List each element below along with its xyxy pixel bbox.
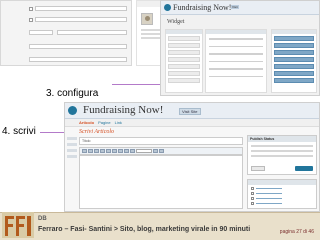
settings-field[interactable] xyxy=(29,57,127,62)
checkbox-icon[interactable] xyxy=(251,187,254,190)
numbered-list-icon[interactable] xyxy=(106,149,111,153)
settings-field[interactable] xyxy=(35,6,127,11)
sidebar-item[interactable] xyxy=(67,149,77,152)
widget-item[interactable] xyxy=(168,78,200,83)
ffi-logo-icon xyxy=(2,212,34,238)
checkbox-icon[interactable] xyxy=(251,202,254,205)
settings-screenshot xyxy=(0,0,132,66)
save-draft-button[interactable] xyxy=(251,166,265,171)
editor-sidebar xyxy=(67,137,77,161)
wordpress-logo-icon xyxy=(68,106,77,115)
widgets-screenshot: Fundraising Now! Visit Widget xyxy=(160,0,320,96)
widget-descriptions xyxy=(205,29,267,93)
available-widgets-panel xyxy=(165,29,203,93)
arrow-scrivi xyxy=(40,132,64,133)
settings-row xyxy=(3,14,131,25)
format-select[interactable] xyxy=(136,149,152,153)
sidebar-item[interactable] xyxy=(67,143,77,146)
bold-icon[interactable] xyxy=(82,149,87,153)
sidebar-widget[interactable] xyxy=(274,64,314,69)
publish-button[interactable] xyxy=(295,166,313,171)
sidebar-item[interactable] xyxy=(67,137,77,140)
widgets-heading: Widget xyxy=(167,19,185,25)
editor-toolbar xyxy=(79,147,243,155)
list-icon[interactable] xyxy=(100,149,105,153)
checkbox-icon[interactable] xyxy=(251,192,254,195)
editor-header: Fundraising Now! Visit Site xyxy=(65,103,319,119)
editor-heading: Scrivi Articolo xyxy=(79,129,115,135)
categories-box xyxy=(247,179,317,209)
widget-item[interactable] xyxy=(168,50,200,55)
widget-item[interactable] xyxy=(168,71,200,76)
wordpress-logo-icon xyxy=(164,4,171,11)
footer-org: DB xyxy=(38,216,47,222)
footer-text: Ferraro – Fasi- Santini > Sito, blog, ma… xyxy=(38,226,251,233)
widget-item[interactable] xyxy=(168,43,200,48)
checkbox-icon[interactable] xyxy=(29,6,33,11)
visit-site-button[interactable]: Visit Site xyxy=(179,108,201,115)
settings-row xyxy=(3,3,131,14)
quote-icon[interactable] xyxy=(112,149,117,153)
settings-row xyxy=(3,41,131,52)
post-title-input[interactable]: Titolo xyxy=(79,137,243,145)
editor-nav: Articolo Pagine Link xyxy=(65,119,319,127)
widget-item[interactable] xyxy=(168,36,200,41)
settings-select[interactable] xyxy=(29,30,53,35)
step-scrivi-label: 4. scrivi xyxy=(2,126,36,137)
checkbox-icon[interactable] xyxy=(251,197,254,200)
editor-screenshot: Fundraising Now! Visit Site Articolo Pag… xyxy=(64,102,320,212)
publish-box: Publish Status xyxy=(247,135,317,175)
editor-app-title: Fundraising Now! xyxy=(83,104,164,116)
title-label: Titolo xyxy=(82,139,91,143)
sidebar-widgets-panel xyxy=(271,29,317,93)
widgets-header: Fundraising Now! Visit xyxy=(161,1,319,15)
widget-item[interactable] xyxy=(168,64,200,69)
unlink-icon[interactable] xyxy=(130,149,135,153)
publish-status-label: Publish Status xyxy=(248,136,316,142)
settings-field[interactable] xyxy=(35,17,127,22)
sidebar-widget[interactable] xyxy=(274,43,314,48)
page-number: pagina 27 di 46 xyxy=(279,229,314,235)
arrow-configura xyxy=(112,84,160,85)
widgets-app-title: Fundraising Now! xyxy=(173,3,232,12)
link-icon[interactable] xyxy=(124,149,129,153)
visit-site-button[interactable]: Visit xyxy=(231,5,239,9)
checkbox-icon[interactable] xyxy=(29,17,33,22)
slide-footer: DB Ferraro – Fasi- Santini > Sito, blog,… xyxy=(0,212,320,240)
sidebar-widget[interactable] xyxy=(274,78,314,83)
align-icon[interactable] xyxy=(118,149,123,153)
post-content-editor[interactable] xyxy=(79,155,243,209)
undo-icon[interactable] xyxy=(153,149,158,153)
nav-item-pagine[interactable]: Pagine xyxy=(98,120,110,125)
sidebar-widget[interactable] xyxy=(274,57,314,62)
sidebar-widget[interactable] xyxy=(274,71,314,76)
settings-row xyxy=(3,27,131,38)
sidebar-widget[interactable] xyxy=(274,36,314,41)
widget-item[interactable] xyxy=(168,57,200,62)
sidebar-item[interactable] xyxy=(67,155,77,158)
italic-icon[interactable] xyxy=(88,149,93,153)
settings-field[interactable] xyxy=(57,30,127,35)
strike-icon[interactable] xyxy=(94,149,99,153)
settings-row xyxy=(3,54,131,65)
step-configura-label: 3. configura xyxy=(46,88,99,99)
redo-icon[interactable] xyxy=(159,149,164,153)
avatar xyxy=(141,13,153,25)
nav-item-link[interactable]: Link xyxy=(115,120,122,125)
sidebar-widget[interactable] xyxy=(274,50,314,55)
nav-item-articolo[interactable]: Articolo xyxy=(79,120,94,125)
settings-field[interactable] xyxy=(29,44,127,49)
